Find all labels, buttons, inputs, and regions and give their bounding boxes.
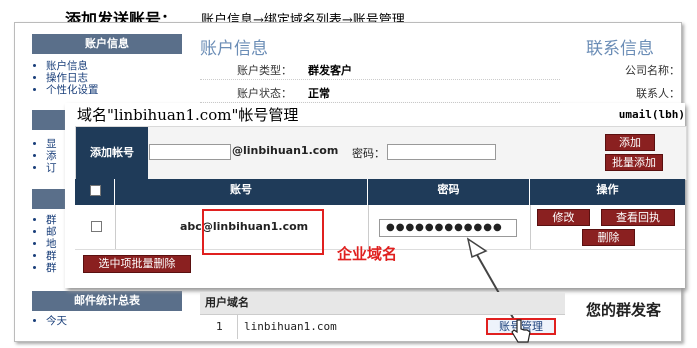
- sidebar-partial-list-1: 显 添 订: [46, 138, 57, 174]
- sidebar-item-partial[interactable]: 地: [46, 238, 57, 250]
- sidebar-item-today[interactable]: 今天: [46, 315, 67, 327]
- current-user: umail(lbh): [618, 108, 685, 121]
- sidebar-heading-stats: 邮件统计总表: [32, 291, 182, 311]
- account-info-title: 账户信息: [200, 39, 268, 59]
- account-input[interactable]: [149, 144, 231, 160]
- modify-button[interactable]: 修改: [537, 209, 590, 226]
- row-domain: linbihuan1.com: [244, 320, 337, 333]
- contact-info-title: 联系信息: [586, 39, 654, 59]
- add-account-row: 添加帐号 @linbihuan1.com 密码： 添加 批量添加: [75, 126, 687, 180]
- header-account: 账号: [115, 179, 368, 205]
- row-number: 1: [216, 320, 223, 333]
- sidebar-item-partial[interactable]: 订: [46, 162, 57, 174]
- password-label: 密码：: [352, 147, 385, 160]
- header-actions: 操作: [596, 183, 619, 196]
- add-button[interactable]: 添加: [605, 134, 655, 151]
- select-all-checkbox[interactable]: [90, 185, 101, 196]
- sidebar-item-partial[interactable]: 群: [46, 250, 57, 262]
- column-divider: [237, 315, 238, 339]
- account-type-row: 账户类型： 群发客户: [200, 57, 560, 80]
- header-select-cell: [75, 179, 115, 205]
- column-divider: [115, 205, 116, 249]
- accounts-table-header: 账号 密码 操作: [75, 179, 685, 205]
- sidebar-heading-account: 账户信息: [32, 34, 182, 54]
- account-type-value: 群发客户: [308, 64, 352, 77]
- account-management-dialog: 域名"linbihuan1.com"帐号管理 umail(lbh) 添加帐号 @…: [65, 103, 687, 288]
- batch-delete-button[interactable]: 选中项批量删除: [83, 255, 191, 273]
- domain-highlight-box: [202, 209, 324, 255]
- company-name-label: 公司名称：: [625, 64, 680, 77]
- account-status-label: 账户状态：: [237, 87, 292, 100]
- sidebar-item-partial[interactable]: 添: [46, 150, 57, 162]
- domain-suffix: @linbihuan1.com: [232, 144, 339, 157]
- column-divider: [530, 205, 531, 249]
- sidebar-account-list: 账户信息 操作日志 个性化设置: [46, 60, 99, 96]
- sidebar-stats-list: 今天: [46, 315, 67, 327]
- row-checkbox[interactable]: [91, 221, 102, 232]
- sidebar-item-account-info[interactable]: 账户信息: [46, 60, 99, 72]
- your-mass-title: 您的群发客: [586, 301, 662, 319]
- sidebar-item-operation-log[interactable]: 操作日志: [46, 72, 99, 84]
- sidebar-heading-partial-2: [32, 189, 65, 209]
- sidebar-partial-list-2: 群 邮 地 群 群: [46, 214, 57, 274]
- sidebar-item-partial[interactable]: 群: [46, 214, 57, 226]
- account-status-row: 账户状态： 正常: [200, 80, 560, 103]
- sidebar-item-partial[interactable]: 邮: [46, 226, 57, 238]
- sidebar-heading-partial-1: [32, 110, 65, 130]
- enterprise-domain-annotation: 企业域名: [337, 245, 398, 263]
- view-receipt-button[interactable]: 查看回执: [601, 209, 675, 226]
- password-input[interactable]: [387, 144, 496, 160]
- batch-add-button[interactable]: 批量添加: [605, 154, 663, 171]
- header-password: 密码: [368, 179, 530, 205]
- sidebar-item-partial[interactable]: 显: [46, 138, 57, 150]
- user-domain-header: 用户域名: [200, 292, 565, 314]
- hand-cursor-icon: [511, 319, 531, 343]
- sidebar-item-personalize[interactable]: 个性化设置: [46, 84, 99, 96]
- add-account-label: 添加帐号: [76, 127, 148, 179]
- account-type-label: 账户类型：: [237, 64, 292, 77]
- dialog-title: 域名"linbihuan1.com"帐号管理: [77, 106, 299, 124]
- account-status-value: 正常: [308, 87, 330, 100]
- sidebar-item-partial[interactable]: 群: [46, 262, 57, 274]
- delete-button[interactable]: 删除: [582, 229, 635, 246]
